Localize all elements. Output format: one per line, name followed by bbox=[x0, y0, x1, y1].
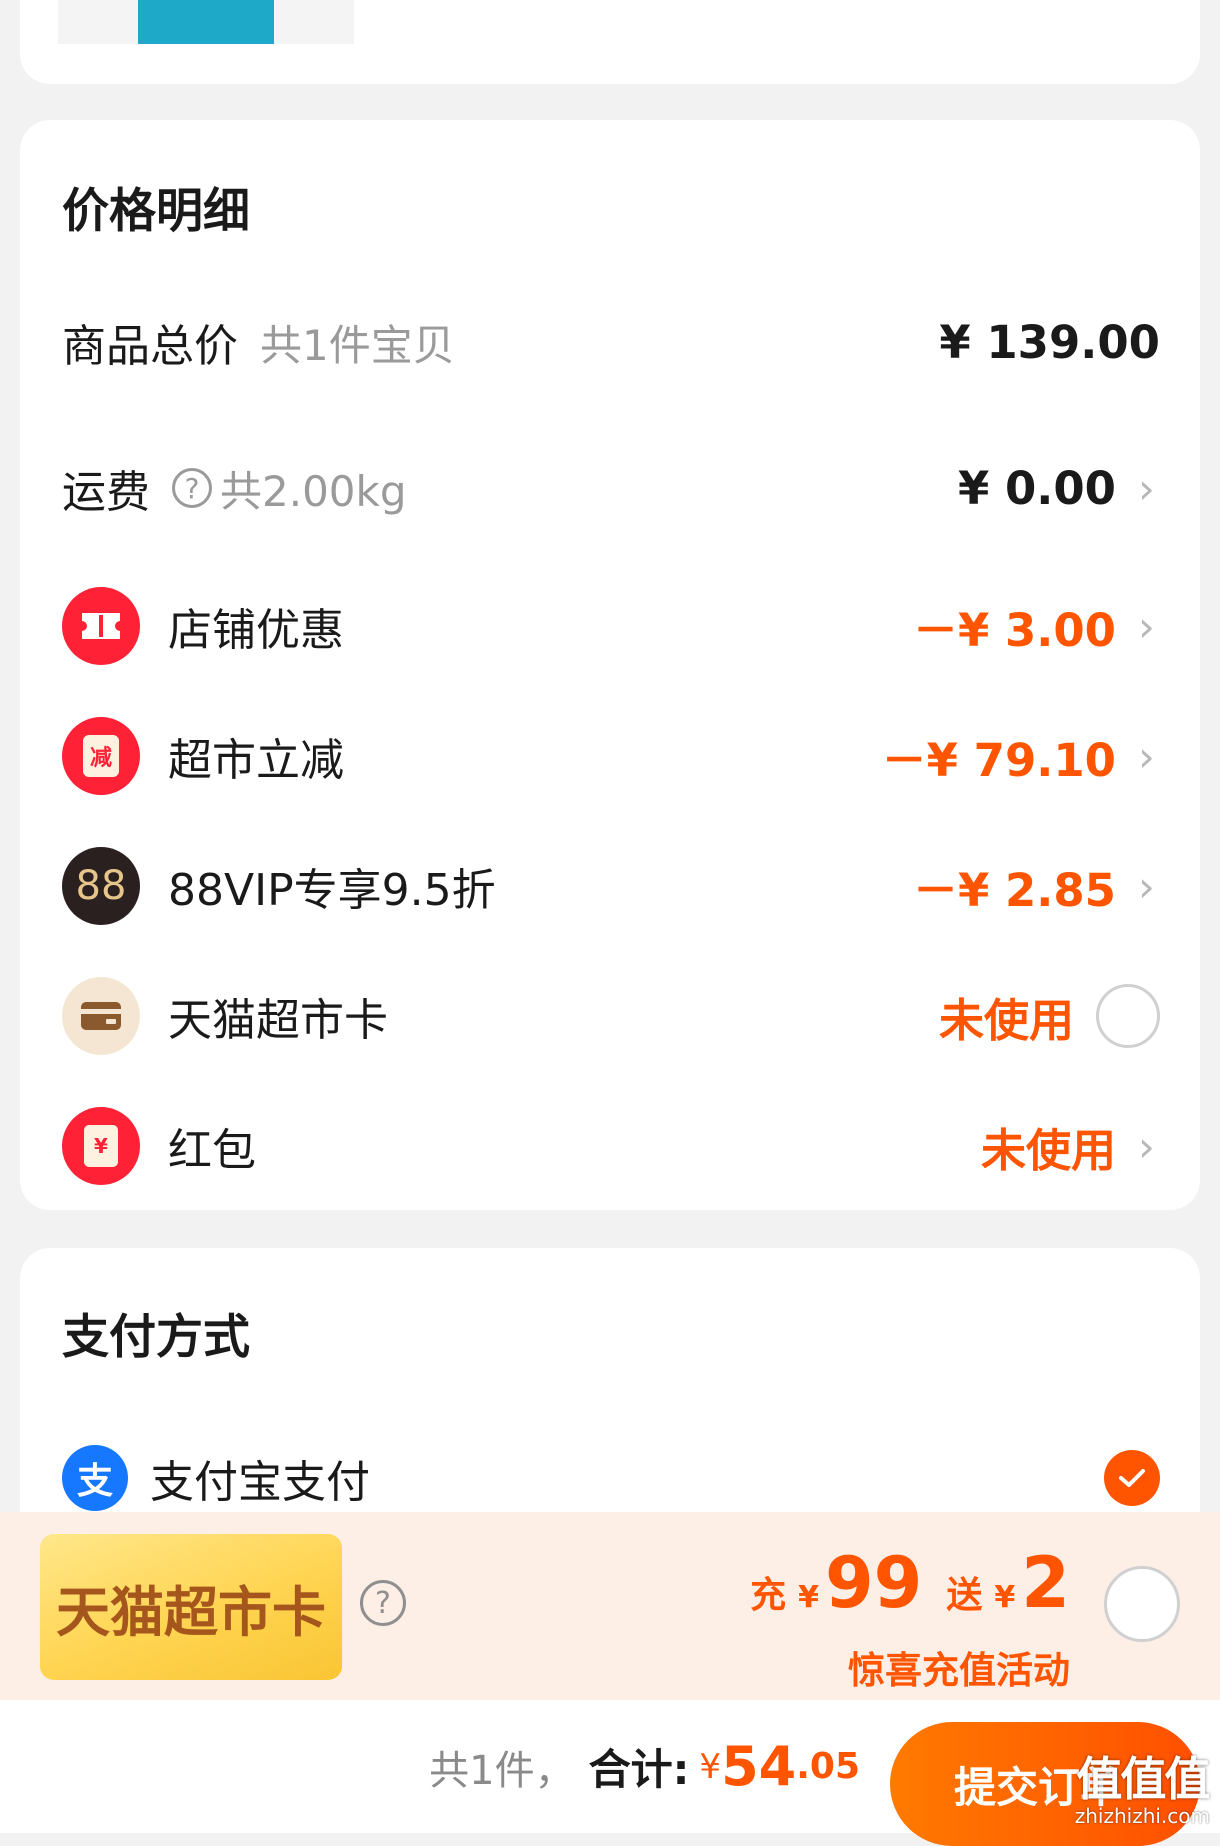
discount-label: 店铺优惠 bbox=[168, 605, 344, 656]
chevron-right-icon: › bbox=[1138, 731, 1155, 781]
product-card bbox=[20, 0, 1200, 84]
discount-label: 88VIP专享9.5折 bbox=[168, 865, 496, 916]
recharge-offer: 充 ¥ 99 送 ¥ 2 bbox=[750, 1542, 1070, 1624]
vip-discount-row[interactable]: 88 88VIP专享9.5折 －¥ 2.85 › bbox=[20, 836, 1200, 936]
item-count-text: 共1件宝贝 bbox=[260, 320, 455, 370]
recharge-radio[interactable] bbox=[1104, 1566, 1180, 1642]
watermark-logo: 值值值 bbox=[1076, 1752, 1210, 1806]
shipping-amount: ¥ 0.00 bbox=[957, 461, 1116, 515]
charge-label: 充 bbox=[750, 1575, 787, 1616]
shop-discount-row[interactable]: 店铺优惠 －¥ 3.00 › bbox=[20, 576, 1200, 676]
watermark-domain: zhizhizhi.com bbox=[1074, 1804, 1210, 1828]
discount-amount: －¥ 79.10 bbox=[881, 733, 1116, 787]
jar-icon-text: 减 bbox=[83, 735, 119, 777]
alipay-label: 支付宝支付 bbox=[150, 1457, 370, 1508]
subtotal-amount: ¥ 139.00 bbox=[939, 315, 1160, 369]
ticket-icon bbox=[62, 587, 140, 665]
price-detail-card: 价格明细 商品总价 共1件宝贝 ¥ 139.00 运费 ? 共2.00kg ¥ … bbox=[20, 120, 1200, 1210]
subtotal-row: 商品总价 共1件宝贝 ¥ 139.00 bbox=[20, 292, 1200, 392]
chevron-right-icon: › bbox=[1138, 861, 1155, 911]
tmall-card-radio[interactable] bbox=[1096, 984, 1160, 1048]
red-packet-row[interactable]: ¥ 红包 未使用 › bbox=[20, 1096, 1200, 1196]
product-thumbnail[interactable] bbox=[138, 0, 274, 44]
tmall-card-row[interactable]: 天猫超市卡 未使用 bbox=[20, 966, 1200, 1066]
jar-icon: 减 bbox=[62, 717, 140, 795]
shipping-row[interactable]: 运费 ? 共2.00kg ¥ 0.00 › bbox=[20, 438, 1200, 538]
supermarket-discount-row[interactable]: 减 超市立减 －¥ 79.10 › bbox=[20, 706, 1200, 806]
total-yen: ¥ bbox=[699, 1746, 722, 1787]
tmall-card-badge: 天猫超市卡 bbox=[40, 1534, 342, 1680]
recharge-description: 惊喜充值活动 bbox=[848, 1649, 1070, 1692]
charge-amount: 99 bbox=[824, 1542, 923, 1624]
subtotal-label: 商品总价 bbox=[62, 321, 238, 372]
tmall-card-recharge-banner[interactable]: 天猫超市卡 ? 充 ¥ 99 送 ¥ 2 惊喜充值活动 bbox=[0, 1512, 1220, 1700]
discount-label: 超市立减 bbox=[168, 735, 344, 786]
red-packet-label: 红包 bbox=[168, 1125, 256, 1176]
alipay-icon: 支 bbox=[62, 1445, 128, 1511]
checkout-bar: 共1件， 合计: ¥ 54 .05 提交订单 值值值 zhizhizhi.com bbox=[0, 1700, 1220, 1846]
shipping-weight: 共2.00kg bbox=[220, 466, 407, 516]
charge-yen: ¥ bbox=[798, 1580, 819, 1615]
total-label: 合计: bbox=[588, 1745, 690, 1794]
item-count: 共1件， bbox=[429, 1747, 575, 1794]
bonus-label: 送 bbox=[946, 1575, 983, 1616]
chevron-right-icon: › bbox=[1138, 1121, 1155, 1171]
tmall-card-status: 未使用 bbox=[938, 993, 1074, 1047]
bonus-amount: 2 bbox=[1021, 1542, 1070, 1624]
card-icon bbox=[62, 977, 140, 1055]
help-icon[interactable]: ? bbox=[172, 468, 212, 508]
bonus-yen: ¥ bbox=[994, 1580, 1016, 1615]
order-summary: 共1件， 合计: ¥ 54 .05 bbox=[429, 1700, 860, 1833]
red-packet-icon: ¥ bbox=[62, 1107, 140, 1185]
discount-amount: －¥ 2.85 bbox=[912, 863, 1116, 917]
chevron-right-icon: › bbox=[1138, 601, 1155, 651]
total-amount-decimal: .05 bbox=[796, 1746, 860, 1787]
vip88-icon: 88 bbox=[62, 847, 140, 925]
payment-title: 支付方式 bbox=[62, 1310, 250, 1365]
red-packet-status: 未使用 bbox=[980, 1123, 1116, 1177]
shipping-label: 运费 bbox=[62, 467, 150, 518]
total-amount-integer: 54 bbox=[721, 1735, 797, 1798]
checked-icon[interactable] bbox=[1104, 1450, 1160, 1506]
watermark: 值值值 zhizhizhi.com bbox=[1074, 1752, 1211, 1828]
tmall-card-label: 天猫超市卡 bbox=[168, 995, 388, 1046]
help-icon[interactable]: ? bbox=[360, 1580, 406, 1626]
red-packet-icon-text: ¥ bbox=[84, 1125, 118, 1167]
price-detail-title: 价格明细 bbox=[62, 184, 250, 239]
chevron-right-icon: › bbox=[1138, 463, 1155, 513]
discount-amount: －¥ 3.00 bbox=[912, 603, 1116, 657]
